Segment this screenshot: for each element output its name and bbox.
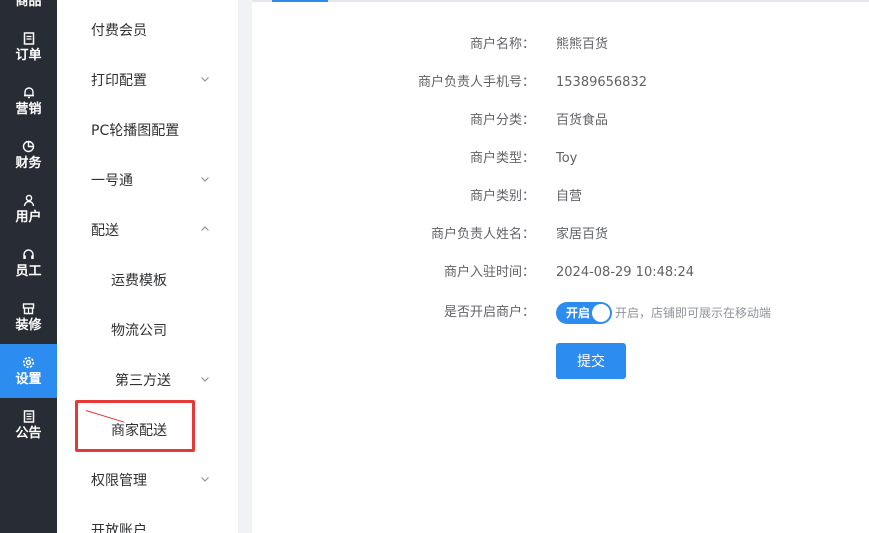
submenu-item-label: 开放账户 (91, 523, 147, 533)
submenu-item-label: 配送 (91, 223, 119, 239)
switch-knob (592, 304, 610, 322)
active-tab-indicator (272, 0, 328, 2)
rail-item-goods[interactable]: 商品 (0, 0, 57, 20)
field-join-time: 商户入驻时间： 2024-08-29 10:48:24 (252, 263, 869, 283)
submenu-item-label: 物流公司 (111, 323, 167, 339)
field-value: 熊熊百货 (556, 37, 609, 52)
switch-on-text: 开启 (566, 306, 591, 320)
submenu-item-label: 付费会员 (91, 23, 147, 39)
order-icon (22, 31, 36, 45)
submenu-item-paid-member[interactable]: 付费会员 (57, 5, 238, 55)
field-label: 商户分类： (469, 113, 535, 128)
rail-item-label: 公告 (15, 426, 42, 441)
bell-icon (22, 85, 36, 99)
submenu-item-logistics-company[interactable]: 物流公司 (57, 305, 238, 355)
highlight-box (75, 400, 195, 452)
enable-merchant-switch[interactable]: 开启 (556, 302, 612, 324)
rail-item-label: 设置 (15, 372, 42, 387)
chevron-down-icon (201, 77, 209, 82)
headset-icon (22, 247, 36, 261)
rail-item-label: 用户 (15, 210, 42, 225)
submit-button[interactable]: 提交 (556, 343, 626, 379)
rail-item-decorate[interactable]: 装修 (0, 290, 57, 344)
settings-submenu: 付费会员 打印配置 PC轮播图配置 一号通 配送 运费模板 物流公司 第三方送 … (57, 0, 238, 533)
layout-gap (238, 0, 252, 533)
submenu-item-label: PC轮播图配置 (91, 123, 180, 139)
field-merchant-kind: 商户类别： 自营 (252, 187, 869, 207)
submenu-item-label: 运费模板 (111, 273, 167, 289)
submenu-item-label: 第三方送 (115, 373, 171, 389)
rail-item-label: 商品 (15, 0, 42, 9)
rail-item-label: 订单 (15, 48, 42, 63)
field-label: 商户负责人手机号： (417, 75, 535, 90)
chevron-down-icon (201, 177, 209, 182)
submenu-item-label: 一号通 (91, 173, 133, 189)
rail-item-label: 装修 (15, 318, 42, 333)
notice-icon (22, 409, 36, 423)
switch-hint-text: 开启，店铺即可展示在移动端 (615, 306, 772, 320)
rail-item-label: 营销 (15, 102, 42, 117)
submenu-item-permissions[interactable]: 权限管理 (57, 455, 238, 505)
submenu-item-pc-carousel[interactable]: PC轮播图配置 (57, 105, 238, 155)
field-label: 是否开启商户： (443, 305, 535, 320)
rail-item-marketing[interactable]: 营销 (0, 74, 57, 128)
field-merchant-name: 商户名称： 熊熊百货 (252, 35, 869, 55)
field-label: 商户入驻时间： (443, 265, 535, 280)
pie-chart-icon (22, 139, 36, 153)
tab-bar-divider (252, 0, 869, 2)
field-manager-phone: 商户负责人手机号： 15389656832 (252, 73, 869, 93)
rail-item-orders[interactable]: 订单 (0, 20, 57, 74)
user-icon (22, 193, 36, 207)
field-value: 15389656832 (556, 75, 647, 90)
chevron-down-icon (201, 477, 209, 482)
field-label: 商户负责人姓名： (430, 227, 535, 242)
submenu-item-open-account[interactable]: 开放账户 (57, 505, 238, 533)
rail-item-label: 员工 (15, 264, 42, 279)
field-value: 自营 (556, 189, 583, 204)
field-label: 商户名称： (469, 37, 535, 52)
rail-item-label: 财务 (15, 156, 42, 171)
submenu-item-yihaotong[interactable]: 一号通 (57, 155, 238, 205)
submenu-item-freight-template[interactable]: 运费模板 (57, 255, 238, 305)
rail-item-notice[interactable]: 公告 (0, 398, 57, 452)
field-merchant-category: 商户分类： 百货食品 (252, 111, 869, 131)
field-value: Toy (556, 151, 578, 166)
field-merchant-type: 商户类型： Toy (252, 149, 869, 169)
main-nav-rail: 商品 订单 营销 财务 用户 员工 装修 设置 公告 (0, 0, 57, 533)
shop-icon (22, 301, 36, 315)
chevron-down-icon (201, 377, 209, 382)
field-label: 商户类型： (469, 151, 535, 166)
rail-item-settings[interactable]: 设置 (0, 344, 57, 398)
submenu-item-print-config[interactable]: 打印配置 (57, 55, 238, 105)
field-value: 家居百货 (556, 227, 609, 242)
field-value: 百货食品 (556, 113, 609, 128)
chevron-up-icon (201, 226, 209, 231)
submenu-item-delivery[interactable]: 配送 (57, 205, 238, 255)
submenu-item-third-party-delivery[interactable]: 第三方送 (57, 355, 238, 405)
field-manager-name: 商户负责人姓名： 家居百货 (252, 225, 869, 245)
rail-item-staff[interactable]: 员工 (0, 236, 57, 290)
submenu-item-label: 权限管理 (91, 473, 147, 489)
submenu-item-label: 打印配置 (91, 73, 147, 89)
merchant-delivery-panel: 商户名称： 熊熊百货 商户负责人手机号： 15389656832 商户分类： 百… (252, 0, 869, 533)
rail-item-finance[interactable]: 财务 (0, 128, 57, 182)
field-value: 2024-08-29 10:48:24 (556, 265, 695, 280)
field-label: 商户类别： (469, 189, 535, 204)
rail-item-users[interactable]: 用户 (0, 182, 57, 236)
gear-icon (22, 355, 36, 369)
